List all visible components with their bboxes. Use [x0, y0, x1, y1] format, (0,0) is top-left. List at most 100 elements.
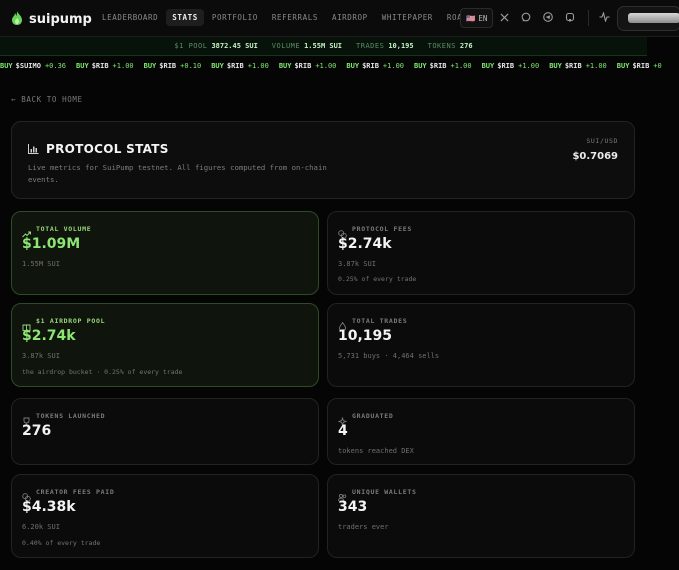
flag-icon: 🇺🇸: [466, 13, 476, 23]
ticker-symbol: $RIB: [362, 62, 379, 70]
bar-chart-icon: [28, 139, 39, 158]
ticker-side: BUY: [0, 62, 13, 70]
ticker-item[interactable]: BUY $RIB +1.00: [211, 62, 269, 70]
flame-icon: [11, 10, 23, 29]
ticker-side: BUY: [211, 62, 224, 70]
card-note: the airdrop bucket · 0.25% of every trad…: [22, 368, 183, 376]
coins-icon: [338, 224, 347, 239]
statsbar-tokens-label: TOKENS: [427, 42, 456, 50]
card-sub: 5,731 buys · 4,464 sells: [338, 352, 440, 360]
card-graduated: GRADUATED 4 tokens reached DEX: [327, 398, 635, 465]
gift-icon: [22, 316, 31, 331]
statsbar-trades-label: TRADES: [356, 42, 385, 50]
github-icon[interactable]: [564, 11, 576, 23]
trophy-icon: [22, 411, 31, 426]
nav-airdrop[interactable]: AIRDROP: [326, 9, 374, 26]
card-unique-wallets: UNIQUE WALLETS 343 traders ever: [327, 474, 635, 558]
ticker-item[interactable]: BUY $SUIMO +0.36: [0, 62, 66, 70]
statsbar-tokens-value: 276: [459, 42, 473, 50]
chat-icon[interactable]: [520, 11, 532, 23]
statsbar-pool-label: $1 POOL: [174, 42, 208, 50]
ticker-change: +1.00: [247, 62, 269, 70]
ticker-symbol: $SUIMO: [15, 62, 41, 70]
telegram-icon[interactable]: [542, 11, 554, 23]
social-links: [498, 11, 576, 23]
sparkle-icon: [338, 411, 347, 426]
nav-referrals[interactable]: REFERRALS: [266, 9, 324, 26]
statsbar-tokens: TOKENS 276: [428, 42, 473, 50]
wallet-button-highlight: [628, 13, 679, 23]
top-nav: suipump LEADERBOARD STATS PORTFOLIO REFE…: [0, 0, 679, 37]
ticker-symbol: $RIB: [159, 62, 177, 70]
trade-ticker: BUY $SUIMO +0.36 BUY $RIB +1.00 BUY $RIB +0.10 BU…: [0, 57, 679, 75]
nav-whitepaper[interactable]: WHITEPAPER: [376, 9, 439, 26]
ticker-item[interactable]: BUY $RIB +1.00: [346, 62, 404, 70]
card-total-trades: TOTAL TRADES 10,195 5,731 buys · 4,464 s…: [327, 303, 635, 387]
nav-stats[interactable]: STATS: [166, 9, 204, 26]
card-label: CREATOR FEES PAID: [36, 487, 115, 496]
card-sub: 1.55M SUI: [22, 260, 60, 268]
ticker-item[interactable]: BUY $RIB +1.00: [482, 62, 540, 70]
users-icon: [338, 487, 347, 502]
card-value: 343: [338, 499, 368, 515]
language-selector[interactable]: 🇺🇸 EN: [460, 8, 494, 28]
sui-price-label: SUI/USD: [586, 137, 618, 145]
statsbar-trades: TRADES 10,195: [356, 42, 414, 50]
ticker-item[interactable]: BUY $RIB +1.00: [279, 62, 337, 70]
ticker-item[interactable]: BUY $RIB +0.10: [144, 62, 202, 70]
card-value: $1.09M: [22, 236, 81, 252]
ticker-symbol: $RIB: [429, 62, 447, 70]
card-total-volume: TOTAL VOLUME $1.09M 1.55M SUI: [11, 211, 319, 295]
card-protocol-fees: PROTOCOL FEES $2.74k 3.87k SUI 0.25% of …: [327, 211, 635, 295]
statsbar-pool-value: 3872.45 SUI: [211, 42, 258, 50]
ticker-change: +0.36: [44, 62, 67, 70]
ticker-change: +0.10: [180, 62, 202, 70]
card-value: $2.74k: [22, 328, 76, 344]
ticker-item[interactable]: BUY $RIB +1.00: [414, 62, 472, 70]
x-icon[interactable]: [498, 11, 510, 23]
brand[interactable]: suipump: [11, 10, 92, 29]
nav-leaderboard[interactable]: LEADERBOARD: [96, 9, 164, 26]
card-sub: 3.87k SUI: [338, 260, 376, 268]
card-label: $1 AIRDROP POOL: [36, 316, 106, 325]
card-label: TOTAL VOLUME: [36, 224, 92, 233]
page-title: PROTOCOL STATS: [28, 139, 169, 158]
card-sub: 3.87k SUI: [22, 352, 60, 360]
ticker-change: +1.00: [450, 62, 472, 70]
nav-divider: [588, 10, 589, 26]
card-label: TOTAL TRADES: [352, 316, 408, 325]
card-sub: traders ever: [338, 523, 389, 531]
activity-icon[interactable]: [598, 11, 610, 23]
card-sub: tokens reached DEX: [338, 447, 414, 455]
ticker-change: +1.00: [585, 62, 607, 70]
page-title-text: PROTOCOL STATS: [46, 141, 169, 156]
ticker-change: +1.00: [315, 62, 337, 70]
ticker-side: BUY: [76, 62, 89, 70]
ticker-symbol: $RIB: [91, 62, 109, 70]
ticker-side: BUY: [549, 62, 562, 70]
nav-portfolio[interactable]: PORTFOLIO: [206, 9, 264, 26]
ticker-side: BUY: [143, 62, 157, 70]
ticker-item[interactable]: BUY $RIB +0: [617, 62, 662, 70]
ticker-item[interactable]: BUY $RIB +1.00: [549, 62, 607, 70]
ticker-side: BUY: [481, 62, 495, 70]
card-note: 0.40% of every trade: [22, 539, 101, 547]
ticker-side: BUY: [346, 62, 360, 70]
ticker-symbol: $RIB: [497, 62, 515, 70]
card-tokens-launched: TOKENS LAUNCHED 276: [11, 398, 319, 465]
nav-links: LEADERBOARD STATS PORTFOLIO REFERRALS AI…: [96, 9, 491, 26]
ticker-symbol: $RIB: [294, 62, 312, 70]
brand-name: suipump: [29, 12, 92, 27]
wallet-button[interactable]: [617, 6, 679, 31]
ticker-change: +0: [653, 62, 662, 70]
trending-up-icon: [22, 224, 31, 238]
statsbar-trades-value: 10,195: [388, 42, 414, 50]
card-label: UNIQUE WALLETS: [352, 487, 417, 496]
card-value: $2.74k: [338, 236, 392, 252]
ticker-item[interactable]: BUY $RIB +1.00: [76, 62, 134, 70]
card-value: 276: [22, 423, 52, 439]
flame-icon: [338, 316, 347, 331]
page-subtitle: Live metrics for SuiPump testnet. All fi…: [28, 163, 327, 184]
card-note: 0.25% of every trade: [338, 275, 417, 283]
back-to-home-link[interactable]: ← BACK TO HOME: [11, 95, 83, 104]
